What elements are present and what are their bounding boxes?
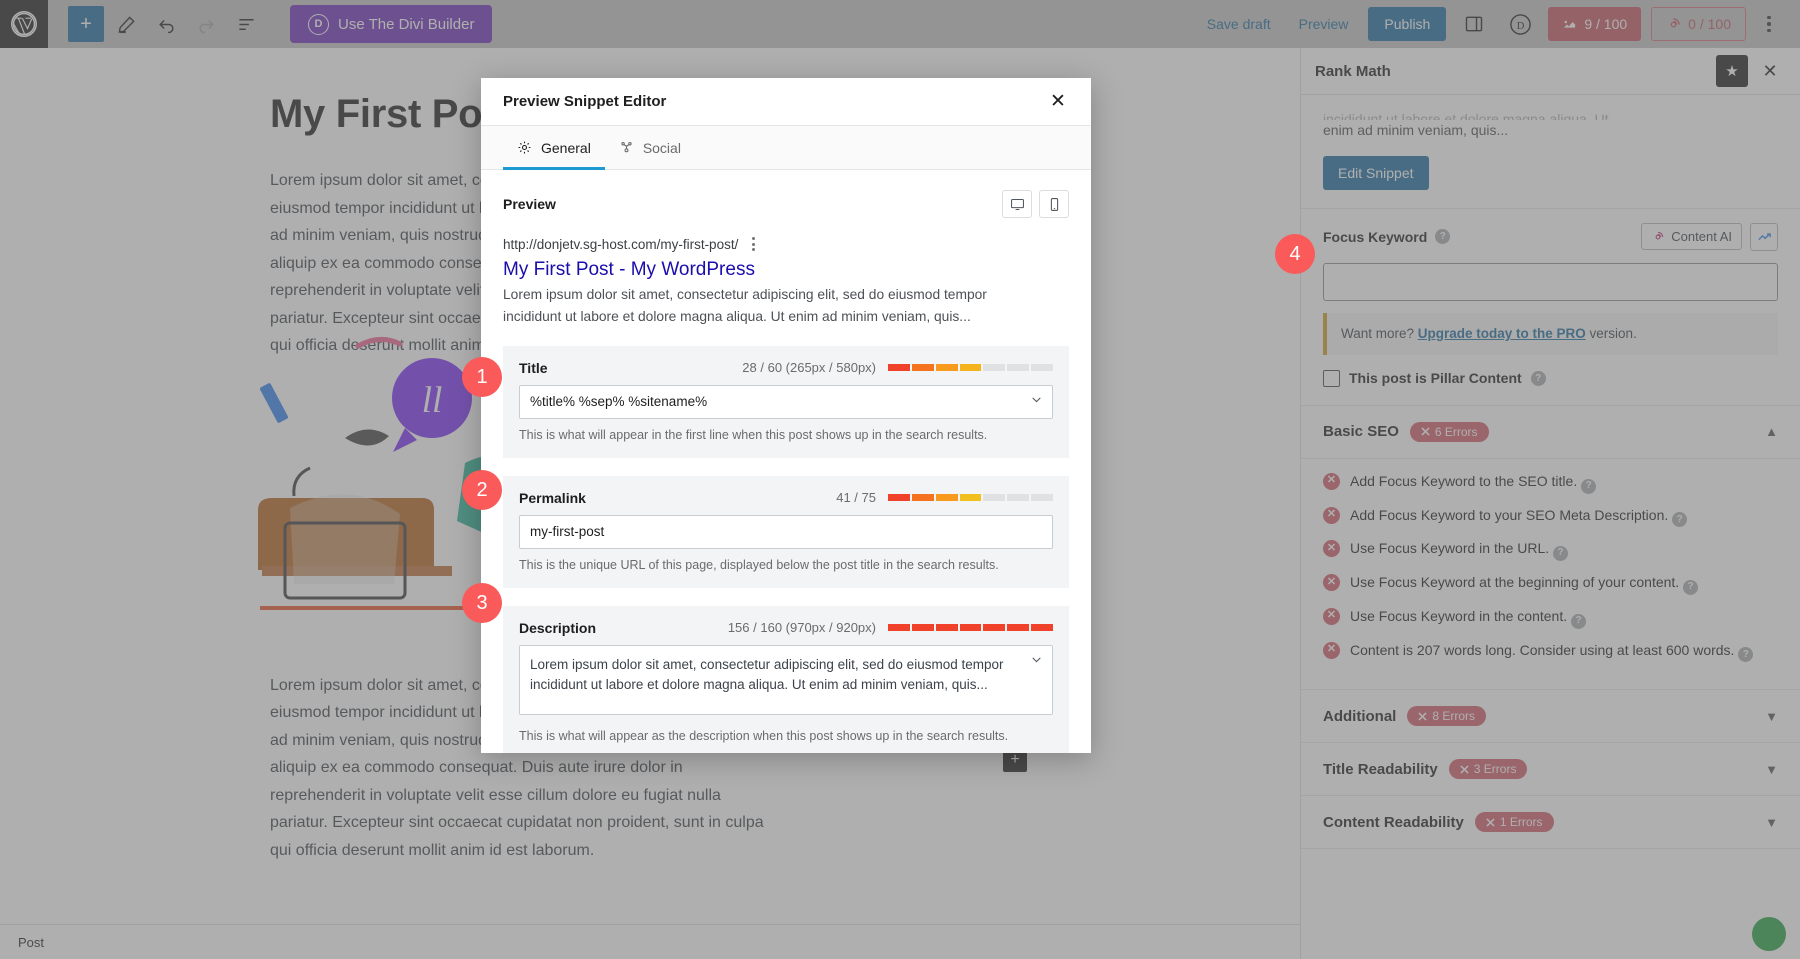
serp-options-icon[interactable] xyxy=(748,234,759,254)
title-score-bars xyxy=(888,364,1054,372)
field-description-input-wrap xyxy=(519,644,1053,720)
desktop-preview-button[interactable] xyxy=(1002,190,1032,218)
field-label: Description xyxy=(519,619,597,636)
field-hint: This is what will appear in the first li… xyxy=(519,427,988,442)
mobile-preview-button[interactable] xyxy=(1039,190,1069,218)
tab-general-label: General xyxy=(541,139,591,156)
callout-badge-3: 3 xyxy=(462,583,502,623)
field-hint: This is the unique URL of this page, dis… xyxy=(519,557,999,572)
callout-badge-1: 1 xyxy=(462,357,502,397)
field-permalink-header: Permalink 41 / 75 xyxy=(519,489,1054,506)
serp-url-row: http://donjetv.sg-host.com/my-first-post… xyxy=(503,234,1069,254)
field-label: Title xyxy=(519,359,548,376)
modal-header: Preview Snippet Editor ✕ xyxy=(481,78,1091,126)
field-label: Permalink xyxy=(519,489,586,506)
callout-badge-4: 4 xyxy=(1275,234,1315,274)
field-counter: 28 / 60 (265px / 580px) xyxy=(742,360,876,376)
field-hint: This is what will appear as the descript… xyxy=(519,728,1009,743)
seo-title-input[interactable] xyxy=(519,384,1053,419)
serp-description: Lorem ipsum dolor sit amet, consectetur … xyxy=(503,287,987,324)
description-score-bars xyxy=(888,624,1054,632)
permalink-score-bars xyxy=(888,494,1054,502)
field-permalink-input-wrap xyxy=(519,514,1053,549)
field-title-header: Title 28 / 60 (265px / 580px) xyxy=(519,359,1054,376)
modal-tabs: General Social xyxy=(481,126,1091,170)
field-title: Title 28 / 60 (265px / 580px) This is wh… xyxy=(503,345,1069,458)
preview-header: Preview xyxy=(481,170,1091,218)
preview-label: Preview xyxy=(503,196,556,212)
tab-social[interactable]: Social xyxy=(605,126,695,169)
field-description: Description 156 / 160 (970px / 920px) Th… xyxy=(503,605,1069,753)
modal-body: Preview http://donjetv.sg-host.com/my-fi… xyxy=(481,170,1091,753)
desktop-icon xyxy=(1010,198,1024,210)
mobile-icon xyxy=(1050,197,1058,211)
device-toggle-group xyxy=(1002,190,1069,218)
meta-description-textarea[interactable] xyxy=(519,644,1053,715)
field-counter: 41 / 75 xyxy=(836,490,876,506)
modal-title: Preview Snippet Editor xyxy=(503,93,667,110)
close-icon[interactable]: ✕ xyxy=(1043,87,1073,117)
gear-icon xyxy=(518,141,531,154)
permalink-input[interactable] xyxy=(519,514,1053,549)
tab-general[interactable]: General xyxy=(503,126,605,170)
serp-title[interactable]: My First Post - My WordPress xyxy=(503,259,1069,281)
field-title-input-wrap xyxy=(519,384,1053,419)
share-nodes-icon xyxy=(621,142,632,153)
field-description-header: Description 156 / 160 (970px / 920px) xyxy=(519,619,1054,636)
callout-badge-2: 2 xyxy=(462,470,502,510)
serp-preview: http://donjetv.sg-host.com/my-first-post… xyxy=(481,218,1091,328)
field-counter: 156 / 160 (970px / 920px) xyxy=(727,620,876,636)
field-permalink: Permalink 41 / 75 This is the unique URL… xyxy=(503,475,1069,588)
serp-url: http://donjetv.sg-host.com/my-first-post… xyxy=(503,236,739,252)
preview-snippet-editor-modal: Preview Snippet Editor ✕ General Social … xyxy=(481,78,1091,753)
tab-social-label: Social xyxy=(642,139,681,156)
